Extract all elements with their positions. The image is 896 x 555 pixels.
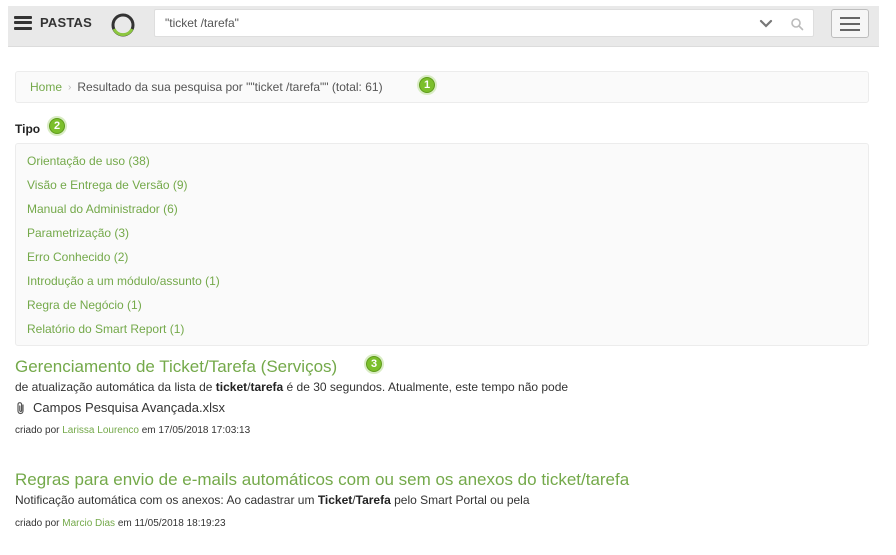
result-meta: criado por Larissa Lourenco em 17/05/201… <box>15 425 251 436</box>
search-result: Regras para envio de e-mails automáticos… <box>15 470 629 529</box>
breadcrumb-current: Resultado da sua pesquisa por ""ticket /… <box>77 80 383 94</box>
facet-item[interactable]: Introdução a um módulo/assunto (1) <box>27 272 868 296</box>
hamburger-icon <box>14 15 32 30</box>
author-link[interactable]: Marcio Dias <box>62 518 115 529</box>
attachment-name: Campos Pesquisa Avançada.xlsx <box>33 400 225 415</box>
search-icon[interactable] <box>789 16 805 32</box>
breadcrumb-separator: › <box>68 81 72 93</box>
logo-icon <box>111 13 135 37</box>
result-title-link[interactable]: Regras para envio de e-mails automáticos… <box>15 470 629 490</box>
search-result: Gerenciamento de Ticket/Tarefa (Serviços… <box>15 357 568 436</box>
result-title-link[interactable]: Gerenciamento de Ticket/Tarefa (Serviços… <box>15 357 568 377</box>
result-date: em 17/05/2018 17:03:13 <box>141 425 251 436</box>
facet-item[interactable]: Orientação de uso (38) <box>27 152 868 176</box>
facet-list: Orientação de uso (38) Visão e Entrega d… <box>15 143 869 346</box>
callout-marker-2: 2 <box>47 116 67 136</box>
result-snippet: Notificação automática com os anexos: Ao… <box>15 493 530 507</box>
facet-item[interactable]: Relatório do Smart Report (1) <box>27 320 868 344</box>
result-date: em 11/05/2018 18:19:23 <box>117 518 226 529</box>
folders-button[interactable]: PASTAS <box>14 15 92 30</box>
search-box <box>154 9 814 37</box>
top-bar: PASTAS <box>8 6 879 47</box>
menu-icon <box>840 16 860 19</box>
callout-marker-1: 1 <box>417 75 437 95</box>
facet-item[interactable]: Regra de Negócio (1) <box>27 296 868 320</box>
callout-marker-3: 3 <box>364 354 384 374</box>
facet-item[interactable]: Manual do Administrador (6) <box>27 200 868 224</box>
attachment-link[interactable]: Campos Pesquisa Avançada.xlsx <box>15 400 568 415</box>
facet-item[interactable]: Visão e Entrega de Versão (9) <box>27 176 868 200</box>
chevron-down-icon[interactable] <box>758 16 774 32</box>
breadcrumb-home-link[interactable]: Home <box>30 80 62 94</box>
result-snippet: de atualização automática da lista de ti… <box>15 380 569 394</box>
result-meta: criado por Marcio Dias em 11/05/2018 18:… <box>15 518 226 529</box>
breadcrumb: Home › Resultado da sua pesquisa por ""t… <box>15 71 869 103</box>
facet-item[interactable]: Erro Conhecido (2) <box>27 248 868 272</box>
author-link[interactable]: Larissa Lourenco <box>62 425 139 436</box>
facet-title: Tipo <box>15 122 41 136</box>
menu-button[interactable] <box>831 9 869 38</box>
paperclip-icon <box>17 401 24 414</box>
folders-label: PASTAS <box>40 15 93 30</box>
facet-item[interactable]: Parametrização (3) <box>27 224 868 248</box>
search-input[interactable] <box>155 10 745 36</box>
